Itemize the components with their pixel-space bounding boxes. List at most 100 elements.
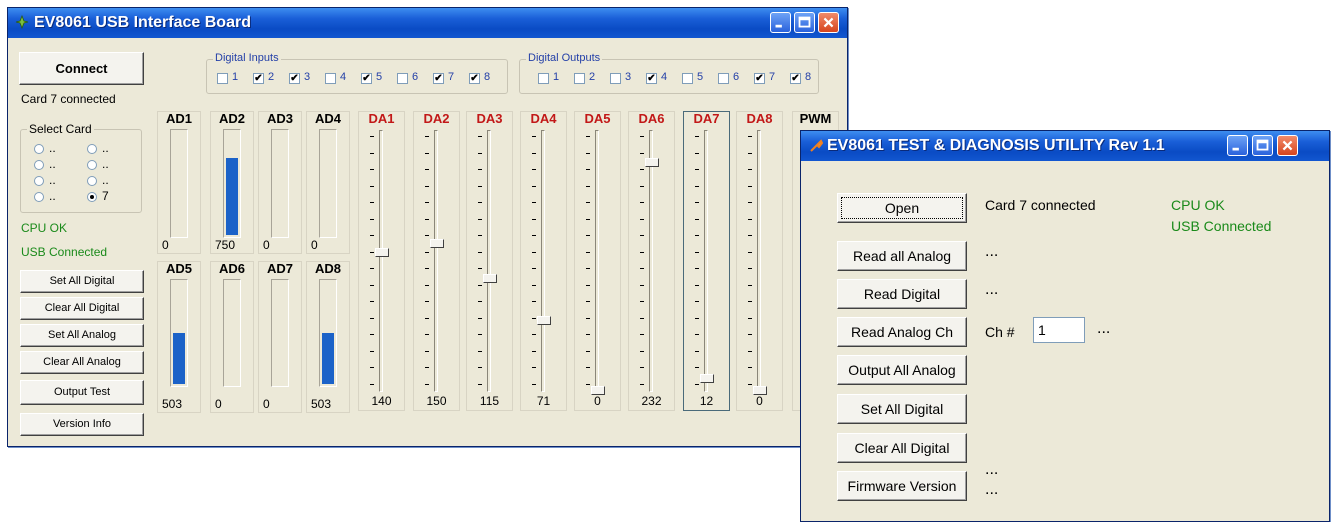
da-slider-thumb[interactable] — [430, 239, 444, 248]
card-radio-7[interactable] — [34, 192, 44, 202]
digital-input-label-7: 7 — [448, 71, 455, 83]
main-title-bar[interactable]: EV8061 USB Interface Board — [8, 8, 847, 38]
clear-all-digital-button[interactable]: Clear All Digital — [20, 297, 144, 320]
channel-input-value: 1 — [1038, 322, 1046, 338]
set-all-analog-button[interactable]: Set All Analog — [20, 324, 144, 347]
card-radio-8[interactable] — [87, 192, 97, 202]
da-channel-4[interactable]: DA4 71 — [520, 111, 567, 411]
channel-input[interactable]: 1 — [1033, 317, 1085, 343]
da-slider-track[interactable] — [757, 130, 761, 392]
digital-input-checkbox-5[interactable]: ✔ — [361, 73, 372, 84]
digital-output-checkbox-3[interactable] — [610, 73, 621, 84]
digital-input-checkbox-7[interactable]: ✔ — [433, 73, 444, 84]
digital-input-checkbox-4[interactable] — [325, 73, 336, 84]
card-radio-6[interactable] — [87, 176, 97, 186]
connect-button[interactable]: Connect — [19, 52, 144, 85]
utility-set-all-digital-button[interactable]: Set All Digital — [837, 394, 967, 424]
da-channel-2[interactable]: DA2 150 — [413, 111, 460, 411]
digital-output-checkbox-8[interactable]: ✔ — [790, 73, 801, 84]
utility-title-bar[interactable]: EV8061 TEST & DIAGNOSIS UTILITY Rev 1.1 — [801, 131, 1329, 161]
da-slider-tick — [640, 350, 644, 352]
digital-output-checkbox-6[interactable] — [718, 73, 729, 84]
digital-output-checkbox-1[interactable] — [538, 73, 549, 84]
digital-output-checkbox-4[interactable]: ✔ — [646, 73, 657, 84]
da-slider-tick — [640, 218, 644, 220]
read-digital-label: Read Digital — [863, 286, 941, 302]
set-all-analog-label: Set All Analog — [48, 329, 116, 341]
da-slider-thumb[interactable] — [483, 274, 497, 283]
digital-input-label-6: 6 — [412, 71, 419, 83]
utility-clear-all-digital-button[interactable]: Clear All Digital — [837, 433, 967, 463]
read-analog-ch-button[interactable]: Read Analog Ch — [837, 317, 967, 347]
da-channel-8[interactable]: DA8 0 — [736, 111, 783, 411]
da-slider-tick — [532, 152, 536, 154]
digital-output-checkbox-5[interactable] — [682, 73, 693, 84]
da-slider-thumb[interactable] — [645, 158, 659, 167]
da-slider-tick — [532, 334, 536, 335]
da-channel-3[interactable]: DA3 115 — [466, 111, 513, 411]
version-info-button[interactable]: Version Info — [20, 413, 144, 436]
digital-output-checkbox-2[interactable] — [574, 73, 585, 84]
digital-output-label-5: 5 — [697, 71, 704, 83]
read-digital-button[interactable]: Read Digital — [837, 279, 967, 309]
firmware-version-button[interactable]: Firmware Version — [837, 471, 967, 501]
da-slider-tick — [748, 317, 752, 319]
da-channel-6[interactable]: DA6 232 — [628, 111, 675, 411]
da-channel-value: 12 — [699, 394, 714, 408]
utility-close-button[interactable] — [1277, 135, 1298, 156]
open-button[interactable]: Open — [837, 193, 967, 223]
digital-input-checkbox-1[interactable] — [217, 73, 228, 84]
maximize-button[interactable] — [794, 12, 815, 33]
digital-input-checkbox-2[interactable]: ✔ — [253, 73, 264, 84]
da-slider-tick — [695, 268, 699, 269]
da-slider-tick — [532, 185, 536, 187]
set-all-digital-button[interactable]: Set All Digital — [20, 270, 144, 293]
ad-level-bar — [170, 279, 188, 387]
da-slider-track[interactable] — [487, 130, 491, 392]
da-slider-track[interactable] — [649, 130, 653, 392]
clear-all-analog-button[interactable]: Clear All Analog — [20, 351, 144, 374]
card-radio-5[interactable] — [34, 176, 44, 186]
digital-input-checkbox-6[interactable] — [397, 73, 408, 84]
da-slider-thumb[interactable] — [700, 374, 714, 383]
da-slider-tick — [532, 169, 536, 170]
output-test-button[interactable]: Output Test — [20, 380, 144, 405]
da-channel-5[interactable]: DA5 0 — [574, 111, 621, 411]
da-slider-tick — [748, 367, 752, 368]
da-channel-7[interactable]: DA7 12 — [683, 111, 730, 411]
digital-input-checkbox-3[interactable]: ✔ — [289, 73, 300, 84]
digital-input-checkbox-8[interactable]: ✔ — [469, 73, 480, 84]
da-slider-thumb[interactable] — [537, 316, 551, 325]
read-all-analog-button[interactable]: Read all Analog — [837, 241, 967, 271]
da-slider-tick — [425, 301, 429, 302]
da-slider-tick — [586, 136, 590, 137]
minimize-button[interactable] — [770, 12, 791, 33]
card-radio-2[interactable] — [87, 144, 97, 154]
da-slider-thumb[interactable] — [375, 248, 389, 257]
card-radio-1[interactable] — [34, 144, 44, 154]
da-slider-tick — [478, 367, 482, 368]
da-slider-track[interactable] — [541, 130, 545, 392]
card-radio-3[interactable] — [34, 160, 44, 170]
close-button[interactable] — [818, 12, 839, 33]
card-radio-4[interactable] — [87, 160, 97, 170]
da-slider-track[interactable] — [379, 130, 383, 392]
da-slider-tick — [586, 202, 590, 203]
da-slider-tick — [586, 383, 590, 385]
da-slider-track[interactable] — [704, 130, 708, 392]
utility-maximize-button[interactable] — [1252, 135, 1273, 156]
da-slider-tick — [640, 268, 644, 269]
da-slider-track[interactable] — [434, 130, 438, 392]
da-channel-1[interactable]: DA1 140 — [358, 111, 405, 411]
da-slider-track[interactable] — [595, 130, 599, 392]
da-slider-tick — [370, 235, 374, 236]
digital-input-label-2: 2 — [268, 71, 275, 83]
clear-all-analog-label: Clear All Analog — [43, 356, 121, 368]
utility-minimize-button[interactable] — [1227, 135, 1248, 156]
digital-output-checkbox-7[interactable]: ✔ — [754, 73, 765, 84]
output-all-analog-button[interactable]: Output All Analog — [837, 355, 967, 385]
ad-channel-value: 503 — [311, 397, 332, 411]
ad-channel-6: AD6 0 — [210, 261, 254, 413]
da-slider-tick — [748, 152, 752, 154]
da-slider-tick — [748, 235, 752, 236]
